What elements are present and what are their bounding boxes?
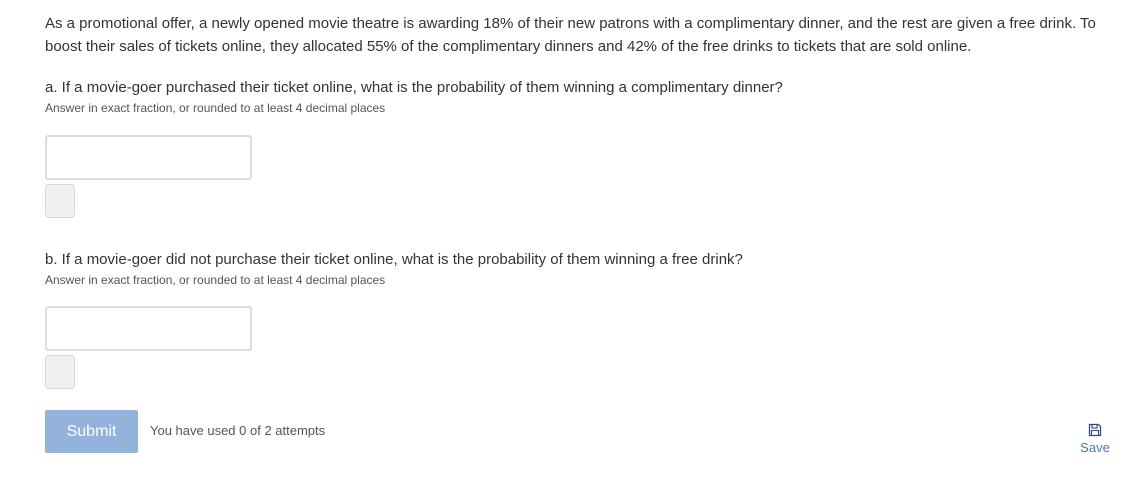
question-a: a. If a movie-goer purchased their ticke… bbox=[45, 79, 783, 96]
save-label: Save bbox=[1080, 440, 1110, 455]
answer-status-b bbox=[45, 355, 75, 389]
submit-button[interactable]: Submit bbox=[45, 410, 138, 453]
floppy-disk-icon bbox=[1088, 423, 1102, 437]
answer-input-a[interactable] bbox=[45, 135, 252, 180]
save-button[interactable]: Save bbox=[1076, 423, 1114, 456]
question-b: b. If a movie-goer did not purchase thei… bbox=[45, 251, 743, 268]
answer-status-a bbox=[45, 184, 75, 218]
problem-page: As a promotional offer, a newly opened m… bbox=[0, 0, 1141, 488]
answer-input-b[interactable] bbox=[45, 306, 252, 351]
attempts-counter: You have used 0 of 2 attempts bbox=[150, 423, 326, 438]
hint-b: Answer in exact fraction, or rounded to … bbox=[45, 273, 386, 287]
problem-intro: As a promotional offer, a newly opened m… bbox=[45, 15, 1096, 55]
hint-a: Answer in exact fraction, or rounded to … bbox=[45, 101, 386, 115]
